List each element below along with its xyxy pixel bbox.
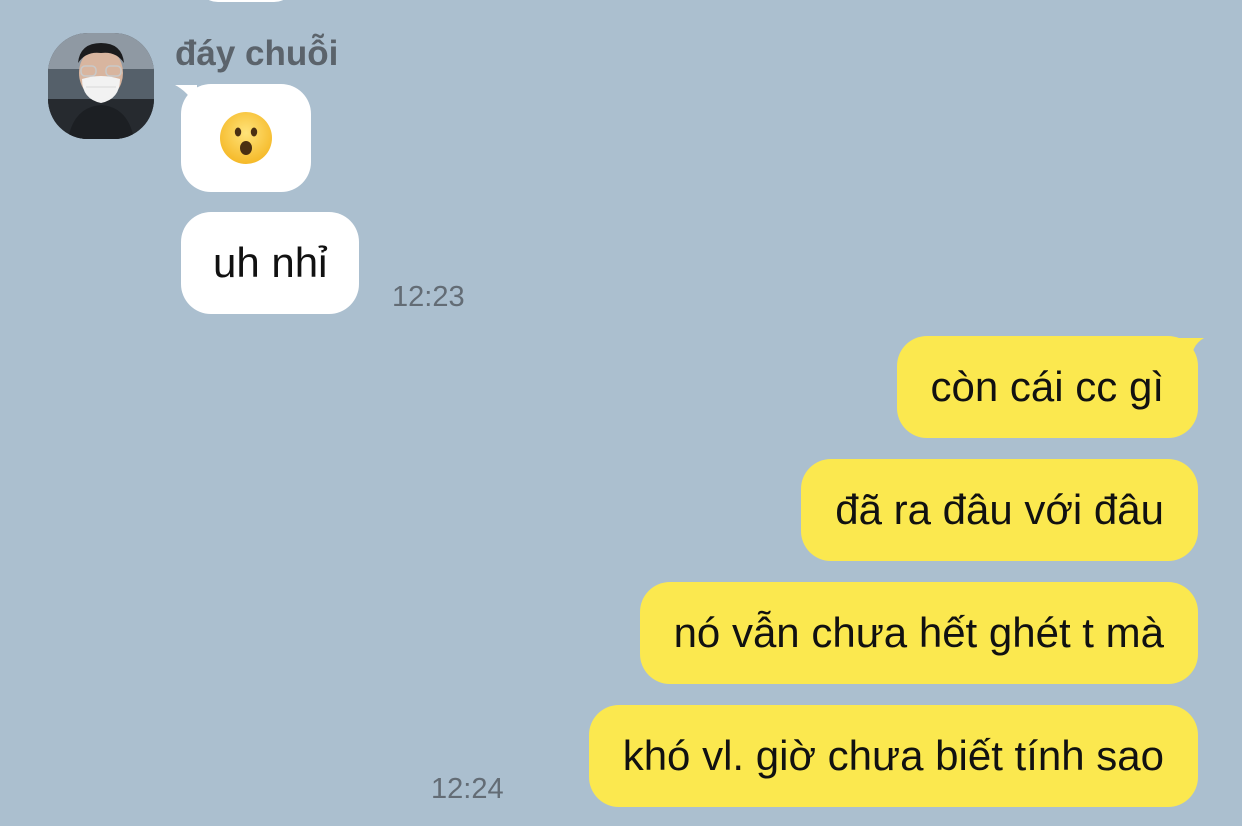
outgoing-message[interactable]: đã ra đâu với đâu: [801, 459, 1198, 561]
message-text: còn cái cc gì: [930, 363, 1164, 410]
incoming-message-emoji[interactable]: [181, 84, 311, 192]
contact-avatar[interactable]: [48, 33, 154, 139]
incoming-message[interactable]: uh nhỉ: [181, 212, 360, 314]
message-text: khó vl. giờ chưa biết tính sao: [622, 732, 1164, 779]
frowning-face-emoji-icon: [220, 112, 272, 164]
outgoing-message[interactable]: nó vẫn chưa hết ghét t mà: [639, 582, 1198, 684]
message-text: đã ra đâu với đâu: [835, 486, 1164, 533]
message-timestamp: 12:24: [431, 773, 504, 805]
message-timestamp: 12:23: [392, 281, 465, 313]
message-text: nó vẫn chưa hết ghét t mà: [673, 609, 1164, 656]
contact-name: đáy chuỗi: [175, 34, 339, 73]
outgoing-message[interactable]: còn cái cc gì: [896, 336, 1198, 438]
message-text: uh nhỉ: [213, 239, 328, 286]
previous-message-bubble[interactable]: [196, 0, 296, 2]
avatar-photo: [48, 33, 154, 139]
outgoing-message[interactable]: khó vl. giờ chưa biết tính sao: [588, 705, 1198, 807]
